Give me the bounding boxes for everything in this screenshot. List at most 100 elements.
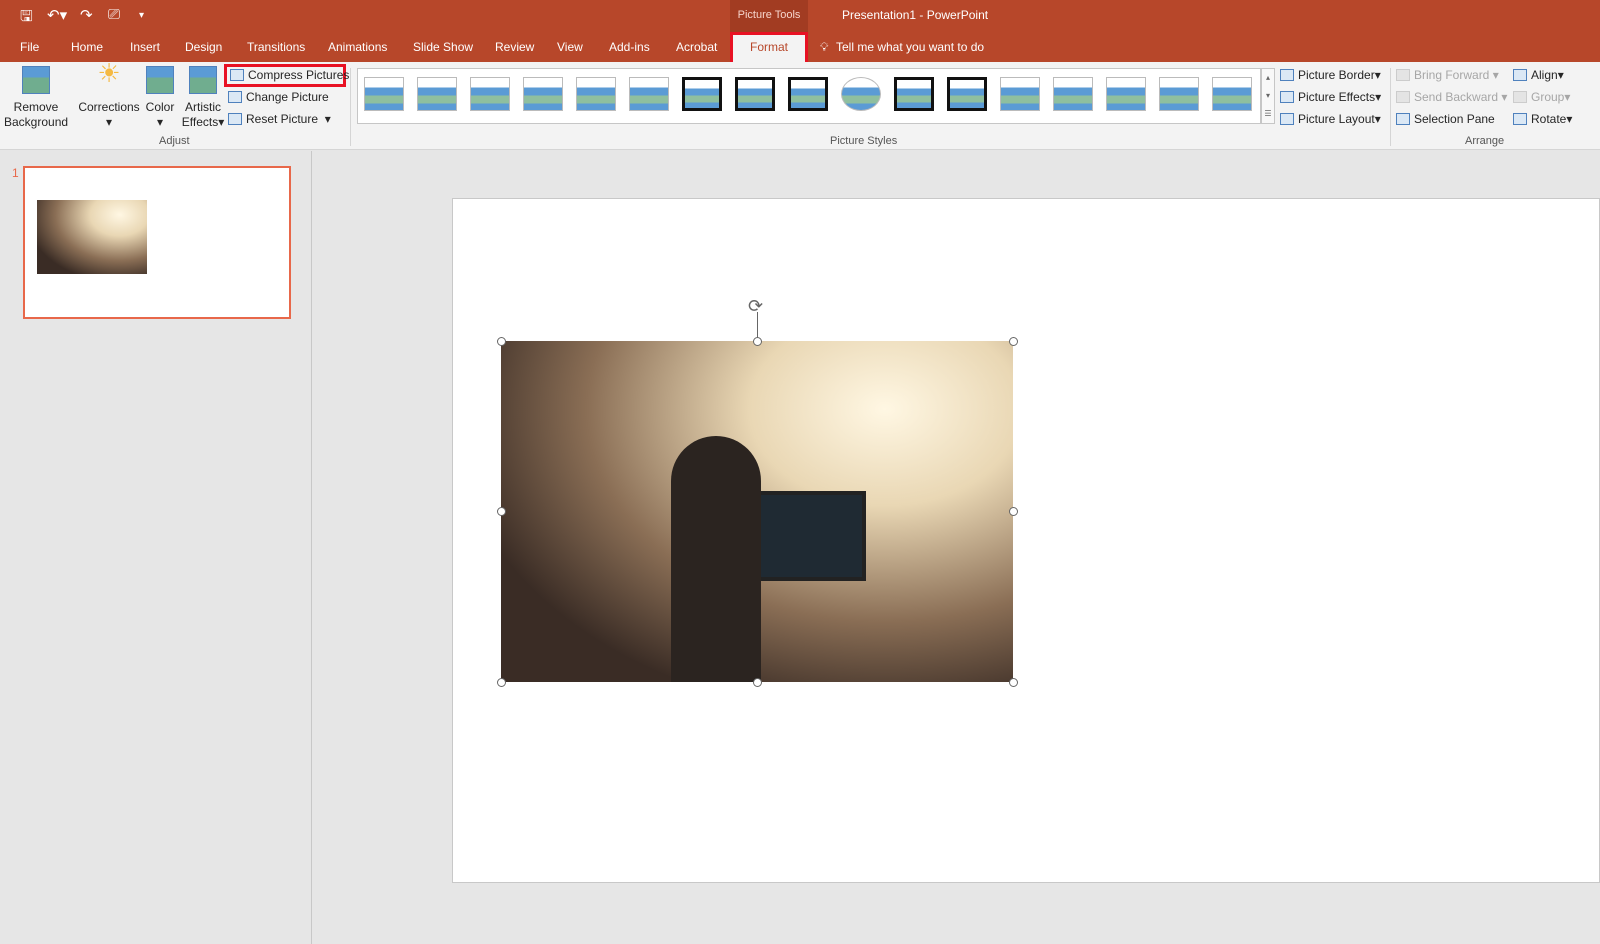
label: Change Picture bbox=[246, 90, 329, 104]
tab-slide-show[interactable]: Slide Show bbox=[413, 40, 473, 54]
picture-styles-group-label: Picture Styles bbox=[830, 135, 898, 147]
picture-style-option[interactable] bbox=[1159, 77, 1199, 111]
remove-background-button[interactable]: Remove Background bbox=[4, 66, 68, 130]
picture-style-option[interactable] bbox=[576, 77, 616, 111]
save-icon[interactable]: 🖫 bbox=[20, 6, 33, 31]
selection-pane-button[interactable]: Selection Pane bbox=[1396, 109, 1495, 129]
resize-handle[interactable] bbox=[753, 337, 762, 346]
tab-file[interactable]: File bbox=[20, 40, 39, 54]
picture-style-option[interactable] bbox=[364, 77, 404, 111]
start-from-beginning-icon[interactable]: ⎚ bbox=[108, 6, 120, 23]
corrections-button[interactable]: ☀ Corrections ▾ bbox=[78, 58, 140, 130]
tab-format[interactable]: Format bbox=[730, 32, 808, 65]
picture-style-option[interactable] bbox=[894, 77, 934, 111]
label: Picture Effects bbox=[1298, 90, 1376, 104]
label: Group bbox=[1531, 90, 1565, 104]
picture-effects-button[interactable]: Picture Effects▾ bbox=[1280, 87, 1381, 107]
change-picture-button[interactable]: Change Picture bbox=[228, 87, 329, 107]
slide-number: 1 bbox=[12, 166, 19, 180]
picture-style-option[interactable] bbox=[1000, 77, 1040, 111]
redo-icon[interactable]: ↷ bbox=[80, 6, 93, 24]
change-picture-icon bbox=[228, 91, 242, 103]
compress-pictures-button[interactable]: Compress Pictures bbox=[224, 64, 350, 87]
label: Background bbox=[4, 115, 69, 129]
picture-style-option[interactable] bbox=[1212, 77, 1252, 111]
picture-effects-icon bbox=[1280, 91, 1294, 103]
divider bbox=[350, 68, 351, 146]
picture-style-option[interactable] bbox=[947, 77, 987, 111]
color-button[interactable]: Color ▾ bbox=[143, 66, 177, 130]
label: Picture Border bbox=[1298, 68, 1375, 82]
tab-add-ins[interactable]: Add-ins bbox=[609, 40, 650, 54]
picture-layout-icon bbox=[1280, 113, 1294, 125]
tell-me-input[interactable]: Tell me what you want to do bbox=[836, 40, 984, 54]
picture-style-option[interactable] bbox=[788, 77, 828, 111]
label: Reset Picture bbox=[246, 112, 319, 126]
picture-style-option[interactable] bbox=[629, 77, 669, 111]
label: Align bbox=[1531, 68, 1558, 82]
picture-layout-button[interactable]: Picture Layout▾ bbox=[1280, 109, 1381, 129]
tab-acrobat[interactable]: Acrobat bbox=[676, 40, 717, 54]
label: Corrections bbox=[78, 100, 140, 114]
tab-view[interactable]: View bbox=[557, 40, 583, 54]
picture-style-option[interactable] bbox=[417, 77, 457, 111]
tab-animations[interactable]: Animations bbox=[328, 40, 387, 54]
align-icon bbox=[1513, 69, 1527, 81]
person bbox=[671, 436, 761, 682]
resize-handle[interactable] bbox=[753, 678, 762, 687]
tab-home[interactable]: Home bbox=[71, 40, 103, 54]
picture-style-option[interactable] bbox=[682, 77, 722, 111]
monitor bbox=[756, 491, 866, 581]
tab-transitions[interactable]: Transitions bbox=[247, 40, 305, 54]
customize-icon[interactable]: ▾ bbox=[139, 10, 144, 21]
send-backward-button[interactable]: Send Backward ▾ bbox=[1396, 87, 1507, 107]
tab-review[interactable]: Review bbox=[495, 40, 534, 54]
tab-insert[interactable]: Insert bbox=[130, 40, 160, 54]
picture-style-option[interactable] bbox=[735, 77, 775, 111]
picture-style-option[interactable] bbox=[841, 77, 881, 111]
group-button[interactable]: Group▾ bbox=[1513, 87, 1570, 107]
group-icon bbox=[1513, 91, 1527, 103]
label: Compress Pictures bbox=[248, 68, 350, 82]
artistic-effects-button[interactable]: Artistic Effects▾ bbox=[180, 66, 226, 130]
label: Remove bbox=[13, 100, 59, 114]
picture-border-button[interactable]: Picture Border▾ bbox=[1280, 65, 1381, 85]
artistic-effects-icon bbox=[189, 66, 217, 94]
label: Color bbox=[145, 100, 175, 114]
slide-thumbnail[interactable] bbox=[23, 166, 291, 319]
label: Bring Forward bbox=[1414, 68, 1490, 82]
remove-background-icon bbox=[22, 66, 50, 94]
rotate-handle-icon[interactable]: ⟳ bbox=[748, 296, 763, 317]
resize-handle[interactable] bbox=[497, 507, 506, 516]
picture-style-option[interactable] bbox=[1106, 77, 1146, 111]
selected-picture[interactable] bbox=[501, 341, 1013, 682]
compress-icon bbox=[230, 69, 244, 81]
rotate-button[interactable]: Rotate▾ bbox=[1513, 109, 1572, 129]
rotate-icon bbox=[1513, 113, 1527, 125]
resize-handle[interactable] bbox=[1009, 337, 1018, 346]
tab-design[interactable]: Design bbox=[185, 40, 222, 54]
resize-handle[interactable] bbox=[1009, 507, 1018, 516]
reset-picture-button[interactable]: Reset Picture ▾ bbox=[228, 109, 331, 129]
picture-style-option[interactable] bbox=[1053, 77, 1093, 111]
picture-style-option[interactable] bbox=[470, 77, 510, 111]
adjust-group-label: Adjust bbox=[159, 135, 190, 147]
undo-icon[interactable]: ↶▾ bbox=[47, 6, 67, 24]
align-button[interactable]: Align▾ bbox=[1513, 65, 1564, 85]
lightbulb-icon: 💡︎ bbox=[820, 40, 829, 54]
gallery-scroll[interactable]: ▴ ▾ ☰ bbox=[1261, 68, 1275, 124]
sun-icon: ☀ bbox=[97, 58, 121, 88]
selection-pane-icon bbox=[1396, 113, 1410, 125]
send-backward-icon bbox=[1396, 91, 1410, 103]
label: Rotate bbox=[1531, 112, 1567, 126]
resize-handle[interactable] bbox=[497, 337, 506, 346]
resize-handle[interactable] bbox=[1009, 678, 1018, 687]
picture-border-icon bbox=[1280, 69, 1294, 81]
picture-styles-gallery[interactable] bbox=[357, 68, 1261, 124]
window-title: Presentation1 - PowerPoint bbox=[842, 8, 989, 22]
picture-style-option[interactable] bbox=[523, 77, 563, 111]
resize-handle[interactable] bbox=[497, 678, 506, 687]
bring-forward-button[interactable]: Bring Forward ▾ bbox=[1396, 65, 1499, 85]
label: Picture Layout bbox=[1298, 112, 1375, 126]
label: Send Backward bbox=[1414, 90, 1499, 104]
